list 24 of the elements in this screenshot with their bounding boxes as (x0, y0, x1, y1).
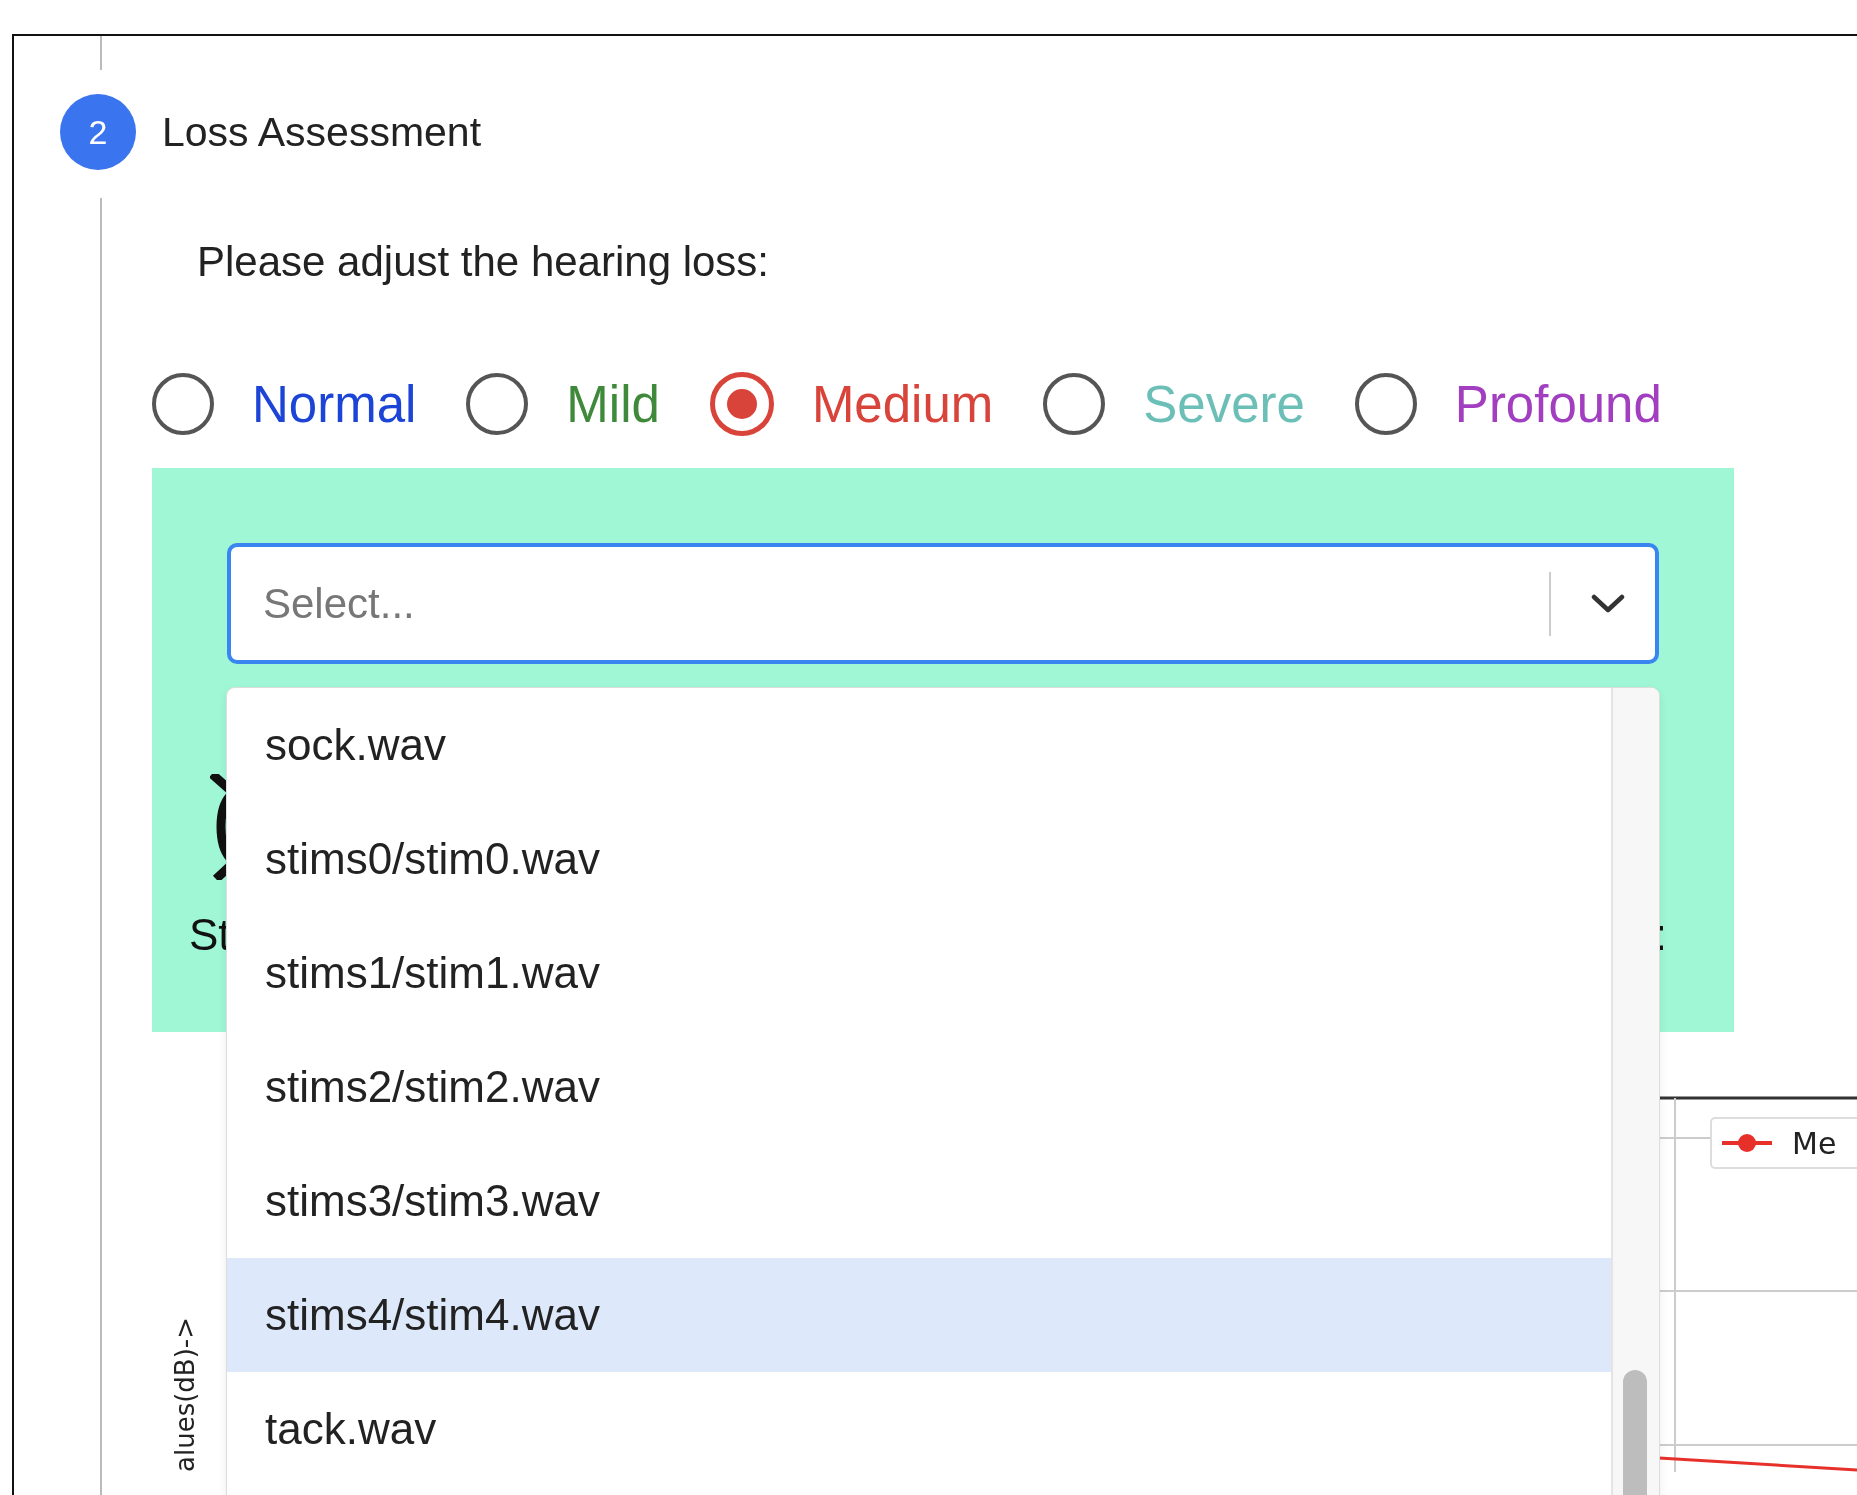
radio-button[interactable] (466, 373, 529, 435)
prompt-text: Please adjust the hearing loss: (197, 238, 771, 286)
dropdown-option[interactable]: stims2/stim2.wav (227, 1030, 1611, 1144)
select-field[interactable]: Select... (227, 543, 1659, 664)
radio-button[interactable] (1354, 373, 1417, 435)
axis-label: alues(dB)-> (170, 1317, 200, 1472)
dropdown-option[interactable]: stims3/stim3.wav (227, 1144, 1611, 1258)
step-number: 2 (60, 94, 136, 170)
dropdown-option[interactable]: tack.wav (227, 1372, 1611, 1486)
dropdown-option[interactable]: sock.wav (227, 688, 1611, 802)
radio-button[interactable] (1043, 373, 1106, 435)
dropdown-option[interactable]: stims1/stim1.wav (227, 916, 1611, 1030)
legend-label: Me (1792, 1126, 1837, 1161)
legend-marker-icon (1722, 1134, 1772, 1152)
radio-button[interactable] (709, 372, 774, 436)
radio-label[interactable]: Mild (566, 374, 660, 434)
radio-label[interactable]: Normal (252, 374, 417, 434)
radio-label[interactable]: Profound (1454, 374, 1662, 434)
radio-label[interactable]: Medium (811, 374, 994, 434)
step-title: Loss Assessment (162, 108, 482, 156)
dropdown-option[interactable]: stims4/stim4.wav (227, 1258, 1611, 1372)
dropdown-option[interactable]: stims0/stim0.wav (227, 802, 1611, 916)
radio-button[interactable] (152, 373, 214, 435)
chevron-down-icon[interactable] (1591, 593, 1625, 614)
